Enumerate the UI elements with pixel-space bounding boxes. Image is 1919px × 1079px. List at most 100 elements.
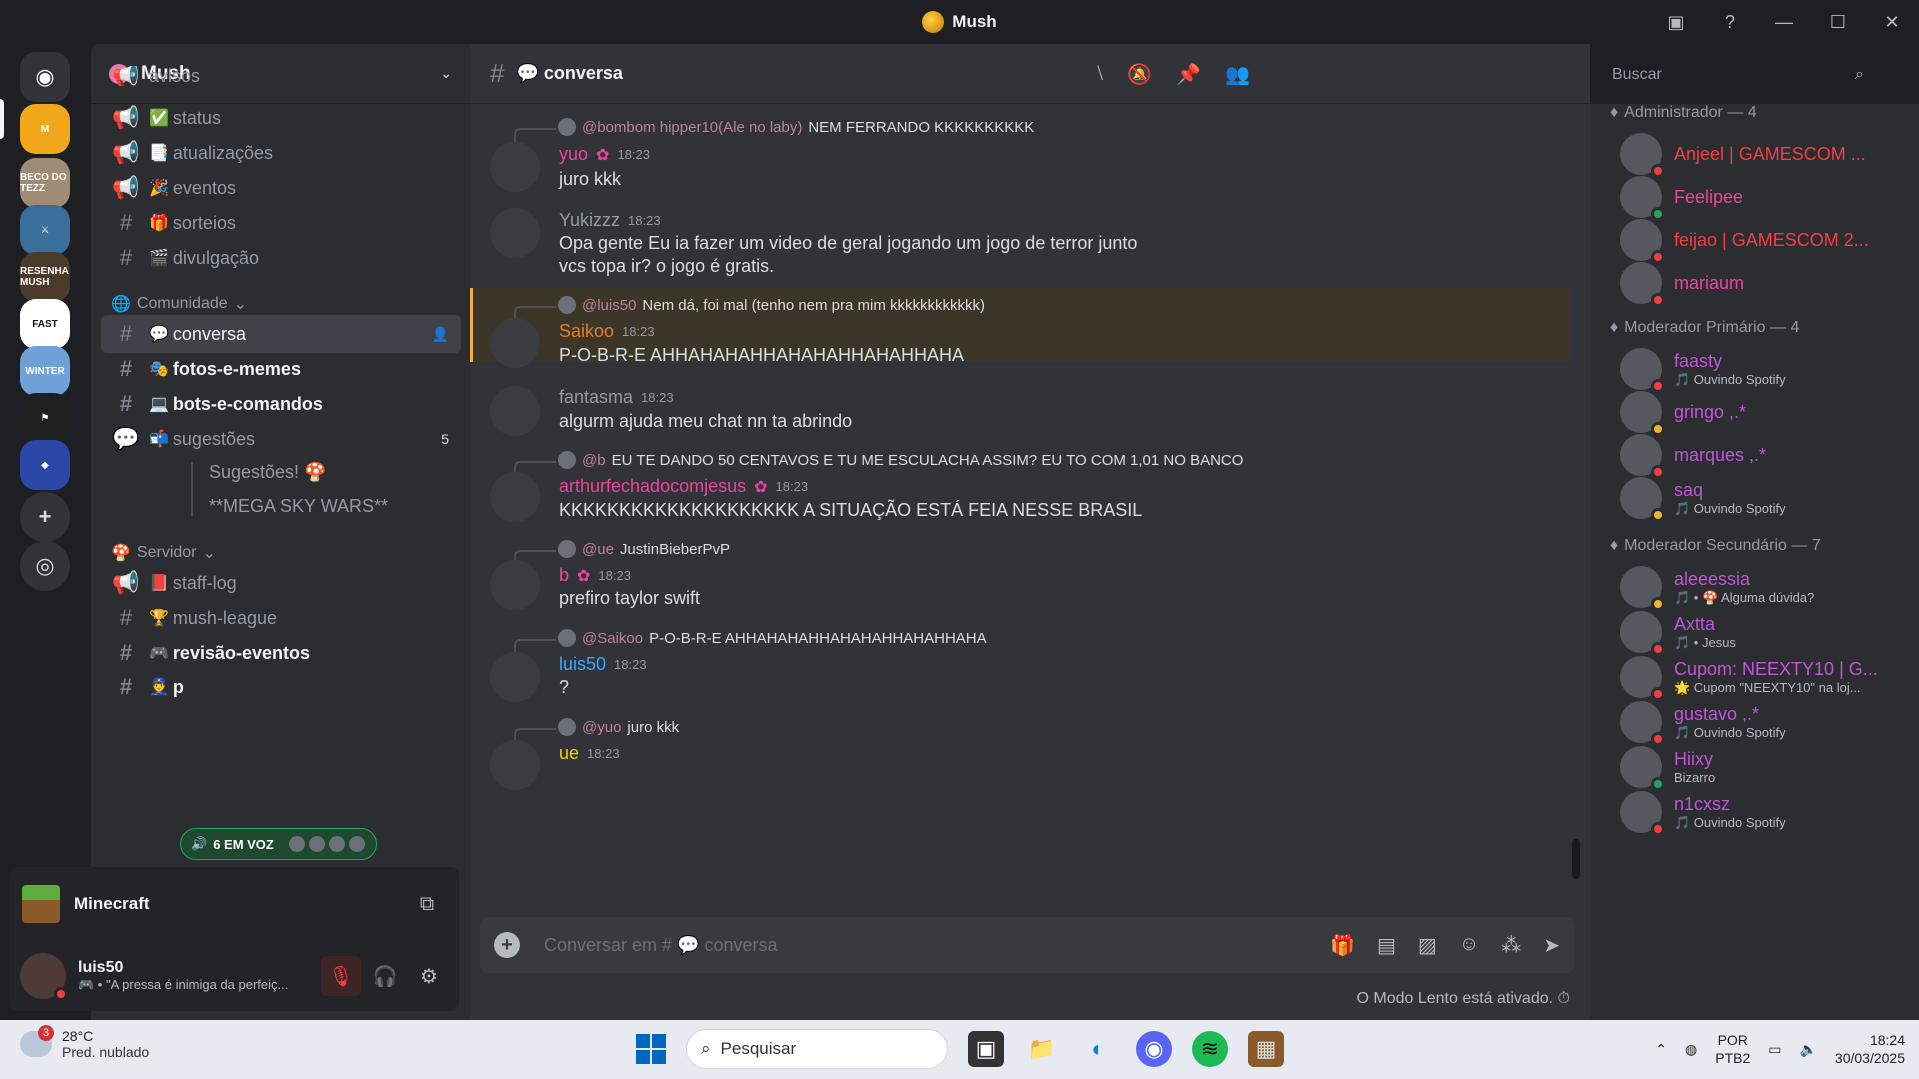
server-icon[interactable]: ⚔ (20, 205, 70, 256)
username[interactable]: arthurfechadocomjesus (559, 476, 746, 497)
server-icon[interactable]: FAST (20, 299, 70, 350)
member-item[interactable]: mariaum (1620, 259, 1910, 307)
file-explorer-icon[interactable]: 📁 (1024, 1031, 1060, 1067)
edge-icon[interactable]: ◐ (1080, 1031, 1116, 1067)
avatar[interactable] (490, 652, 540, 702)
emoji-icon[interactable]: ☺ (1459, 933, 1479, 958)
reply-preview[interactable]: @yuo juro kkk (558, 718, 679, 736)
member-item[interactable]: faasty 🎵 Ouvindo Spotify (1620, 345, 1910, 393)
start-button[interactable] (636, 1034, 666, 1064)
voice-activity-badge[interactable]: 🔊 6 EM VOZ (180, 828, 377, 860)
headphones-button[interactable]: 🎧 (365, 956, 405, 996)
username[interactable]: Saikoo (559, 321, 614, 342)
member-item[interactable]: feijao | GAMESCOM 2... (1620, 216, 1910, 264)
task-view-icon[interactable]: ▣ (968, 1031, 1004, 1067)
activity-panel[interactable]: Minecraft ⧉ (10, 867, 459, 941)
channel-fotos-e-memes[interactable]: # 🎭 fotos-e-memes (101, 350, 461, 388)
avatar[interactable] (490, 386, 540, 436)
category-servidor[interactable]: 🍄 Servidor ⌄ (111, 543, 216, 563)
settings-gear-icon[interactable]: ⚙ (409, 956, 449, 996)
apps-icon[interactable]: ⁂ (1501, 933, 1521, 958)
channel-sorteios[interactable]: # 🎁 sorteios (101, 204, 461, 242)
thread-mega-sky-wars[interactable]: **MEGA SKY WARS** (209, 496, 388, 517)
spotify-icon[interactable]: ≋ (1192, 1031, 1228, 1067)
channel-bots-e-comandos[interactable]: # 💻 bots-e-comandos (101, 385, 461, 423)
discover-icon[interactable]: ◎ (20, 541, 70, 591)
notification-mute-icon[interactable]: 🔕 (1127, 62, 1152, 87)
channel-sugestões[interactable]: 💬 📬 sugestões 5 (101, 420, 461, 458)
reply-preview[interactable]: @bombom hipper10(Ale no laby) NEM FERRAND… (558, 118, 1034, 136)
member-item[interactable]: aleeessia 🎵 • 🍄 Alguma dúvida? (1620, 563, 1910, 611)
maximize-button[interactable]: ☐ (1811, 0, 1865, 44)
sticker-icon[interactable]: ▨ (1418, 933, 1437, 958)
member-item[interactable]: Hiixy Bizarro (1620, 743, 1910, 791)
avatar[interactable] (20, 953, 68, 1001)
channel-avisos[interactable]: 📢 avisos (101, 66, 461, 86)
clock[interactable]: 18:24 30/03/2025 (1835, 1031, 1905, 1067)
add-server-icon[interactable]: + (20, 492, 70, 542)
member-item[interactable]: Cupom: NEEXTY10 | G... 🌟 Cupom "NEEXTY10"… (1620, 653, 1910, 701)
username[interactable]: ue (559, 743, 579, 764)
username[interactable]: yuo (559, 144, 588, 165)
username[interactable]: fantasma (559, 387, 633, 408)
channel-conversa[interactable]: # 💬 conversa 👤 (101, 315, 461, 353)
reply-preview[interactable]: @Saikoo P-O-B-R-E AHHAHAHAHHAHAHAHHAHAHHA… (558, 629, 987, 647)
user-info[interactable]: luis50 🎮 • "A pressa é inimiga da perfei… (78, 959, 317, 993)
reply-preview[interactable]: @ue JustinBieberPvP (558, 540, 730, 558)
inbox-icon[interactable]: ▣ (1649, 0, 1703, 44)
reply-preview[interactable]: @b EU TE DANDO 50 CENTAVOS E TU ME ESCULA… (558, 451, 1243, 469)
avatar[interactable] (490, 208, 540, 258)
chevron-up-icon[interactable]: ⌃ (1655, 1041, 1667, 1058)
username[interactable]: luis50 (559, 654, 606, 675)
mute-mic-button[interactable]: 🎙 (321, 956, 361, 996)
avatar[interactable] (490, 472, 540, 522)
volume-icon[interactable]: 🔈 (1799, 1041, 1816, 1058)
channel-staff-log[interactable]: 📢 📕 staff-log (101, 564, 461, 602)
server-icon[interactable]: ◆ (20, 440, 70, 491)
channel-atualizações[interactable]: 📢 📑 atualizações (101, 134, 461, 172)
channel-mush-league[interactable]: # 🏆 mush-league (101, 599, 461, 637)
channel-eventos[interactable]: 📢 🎉 eventos (101, 169, 461, 207)
username[interactable]: Yukizzz (559, 210, 620, 231)
member-item[interactable]: gustavo ,.* 🎵 Ouvindo Spotify (1620, 698, 1910, 746)
weather-widget[interactable]: 3 28°C Pred. nublado (20, 1025, 149, 1060)
category-comunidade[interactable]: 🌐 Comunidade ⌄ (111, 294, 247, 314)
message-composer[interactable]: + Conversar em # 💬 conversa 🎁 ▤ ▨ ☺ ⁂ ➤ (480, 917, 1574, 973)
discord-home-icon[interactable]: ◉ (20, 52, 70, 102)
server-icon[interactable]: RESENHA MUSH (20, 252, 70, 303)
member-item[interactable]: marques ,.* (1620, 431, 1910, 479)
help-icon[interactable]: ? (1703, 0, 1757, 44)
server-icon[interactable]: WINTER (20, 346, 70, 397)
member-item[interactable]: Anjeel | GAMESCOM ... (1620, 130, 1910, 178)
member-item[interactable]: n1cxsz 🎵 Ouvindo Spotify (1620, 788, 1910, 836)
threads-icon[interactable]: ⧵ (1097, 63, 1103, 86)
language-indicator[interactable]: POR PTB2 (1715, 1031, 1750, 1067)
minecraft-launcher-icon[interactable]: ▦ (1248, 1031, 1284, 1067)
minimize-button[interactable]: — (1757, 0, 1811, 44)
search-input[interactable]: Buscar ⌕ (1602, 56, 1874, 94)
avatar[interactable] (490, 560, 540, 610)
avatar[interactable] (490, 740, 540, 790)
channel-status[interactable]: 📢 ✅ status (101, 99, 461, 137)
send-icon[interactable]: ➤ (1543, 933, 1560, 958)
add-attachment-icon[interactable]: + (494, 932, 520, 958)
pin-icon[interactable]: 📌 (1176, 62, 1201, 87)
channel-revisão-eventos[interactable]: # 🎮 revisão-eventos (101, 634, 461, 672)
member-item[interactable]: Feelipee (1620, 173, 1910, 221)
member-item[interactable]: saq 🎵 Ouvindo Spotify (1620, 474, 1910, 522)
avatar[interactable] (490, 142, 540, 192)
server-icon[interactable]: M (20, 104, 70, 155)
taskbar-search[interactable]: ⌕ Pesquisar (686, 1029, 948, 1069)
server-icon[interactable]: ⚑ (20, 393, 70, 444)
member-item[interactable]: Axtta 🎵 • Jesus (1620, 608, 1910, 656)
member-item[interactable]: gringo ,.* (1620, 388, 1910, 436)
reply-preview[interactable]: @luis50 Nem dá, foi mal (tenho nem pra mi… (558, 296, 985, 314)
add-member-icon[interactable]: 👤 (432, 326, 449, 343)
member-list-icon[interactable]: 👥 (1225, 62, 1250, 87)
screen-share-icon[interactable]: ⧉ (407, 884, 447, 924)
discord-taskbar-icon[interactable]: ◉ (1136, 1031, 1172, 1067)
gif-icon[interactable]: ▤ (1377, 933, 1396, 958)
gift-icon[interactable]: 🎁 (1330, 933, 1355, 958)
network-icon[interactable]: ◍ (1685, 1041, 1697, 1058)
channel-p[interactable]: # 👮 p (101, 668, 461, 706)
